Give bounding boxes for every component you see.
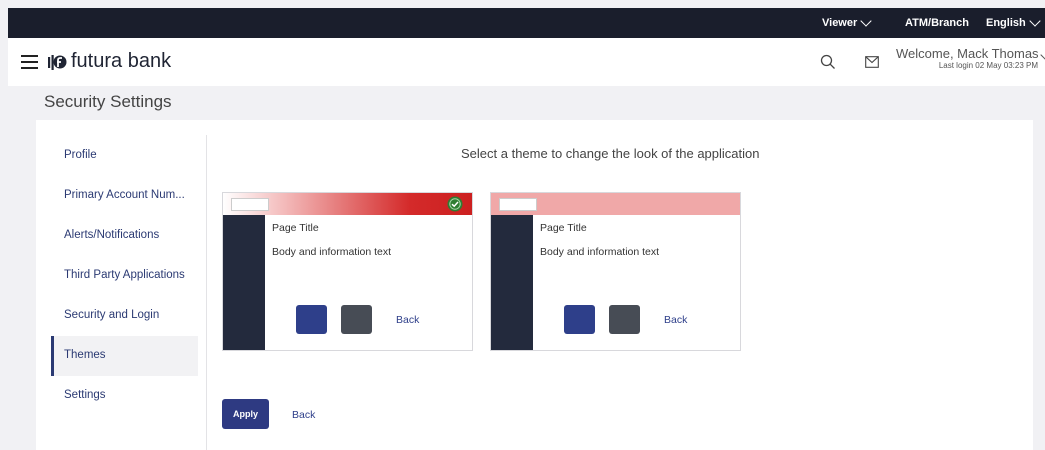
chevron-down-icon — [860, 14, 872, 27]
apply-button[interactable]: Apply — [222, 399, 269, 429]
back-link[interactable]: Back — [292, 409, 315, 421]
sidebar-item-third-party[interactable]: Third Party Applications — [51, 256, 198, 296]
last-login-text: Last login 02 May 03:23 PM — [938, 61, 1038, 70]
theme-secondary-button-preview — [609, 305, 640, 334]
chevron-down-icon — [1029, 14, 1041, 27]
sidebar-item-themes[interactable]: Themes — [51, 336, 198, 376]
mail-icon[interactable] — [865, 56, 879, 68]
brand-name: futura bank — [71, 50, 172, 72]
theme-option-red[interactable]: Page Title Body and information text Bac… — [222, 192, 473, 351]
theme-secondary-button-preview — [341, 305, 372, 334]
theme-header-box — [231, 198, 269, 211]
theme-back-link: Back — [396, 314, 420, 326]
divider — [206, 135, 207, 450]
theme-option-pink[interactable]: Page Title Body and information text Bac… — [490, 192, 741, 351]
theme-primary-button-preview — [564, 305, 595, 334]
logo-icon — [48, 54, 67, 70]
theme-sidebar-preview — [223, 215, 265, 350]
menu-icon[interactable] — [21, 55, 38, 69]
theme-back-link: Back — [664, 314, 688, 326]
sidebar-item-security-login[interactable]: Security and Login — [51, 296, 198, 336]
language-label: English — [986, 17, 1026, 29]
top-bar: Viewer ATM/Branch English — [8, 8, 1045, 38]
page-title: Security Settings — [44, 92, 172, 111]
user-menu[interactable]: Welcome, Mack Thomas Last login 02 May 0… — [896, 46, 1039, 70]
theme-header-box — [499, 198, 537, 211]
instruction-text: Select a theme to change the look of the… — [461, 146, 760, 161]
language-dropdown[interactable]: English — [986, 14, 1041, 29]
chevron-down-icon[interactable] — [1040, 49, 1045, 61]
sidebar-item-settings[interactable]: Settings — [51, 376, 198, 416]
theme-page-title: Page Title — [272, 222, 319, 234]
atm-branch-label: ATM/Branch — [905, 17, 969, 29]
viewer-dropdown[interactable]: Viewer — [822, 14, 872, 29]
content-card: Profile Primary Account Num... Alerts/No… — [36, 120, 1033, 450]
theme-sidebar-preview — [491, 215, 533, 350]
theme-body-text: Body and information text — [272, 246, 392, 258]
atm-branch-link[interactable]: ATM/Branch — [905, 17, 969, 29]
brand-logo[interactable]: futura bank — [47, 50, 171, 73]
search-icon[interactable] — [820, 54, 836, 70]
check-circle-icon — [447, 196, 463, 212]
sidebar: Profile Primary Account Num... Alerts/No… — [51, 136, 198, 416]
theme-page-title: Page Title — [540, 222, 587, 234]
sidebar-item-profile[interactable]: Profile — [51, 136, 198, 176]
theme-body-text: Body and information text — [540, 246, 660, 258]
header: futura bank Welcome, Mack Thomas Last lo… — [8, 38, 1045, 86]
sidebar-item-primary-account[interactable]: Primary Account Num... — [51, 176, 198, 216]
viewer-label: Viewer — [822, 17, 858, 29]
sidebar-item-alerts[interactable]: Alerts/Notifications — [51, 216, 198, 256]
theme-primary-button-preview — [296, 305, 327, 334]
welcome-text: Welcome, Mack Thomas — [896, 46, 1039, 61]
